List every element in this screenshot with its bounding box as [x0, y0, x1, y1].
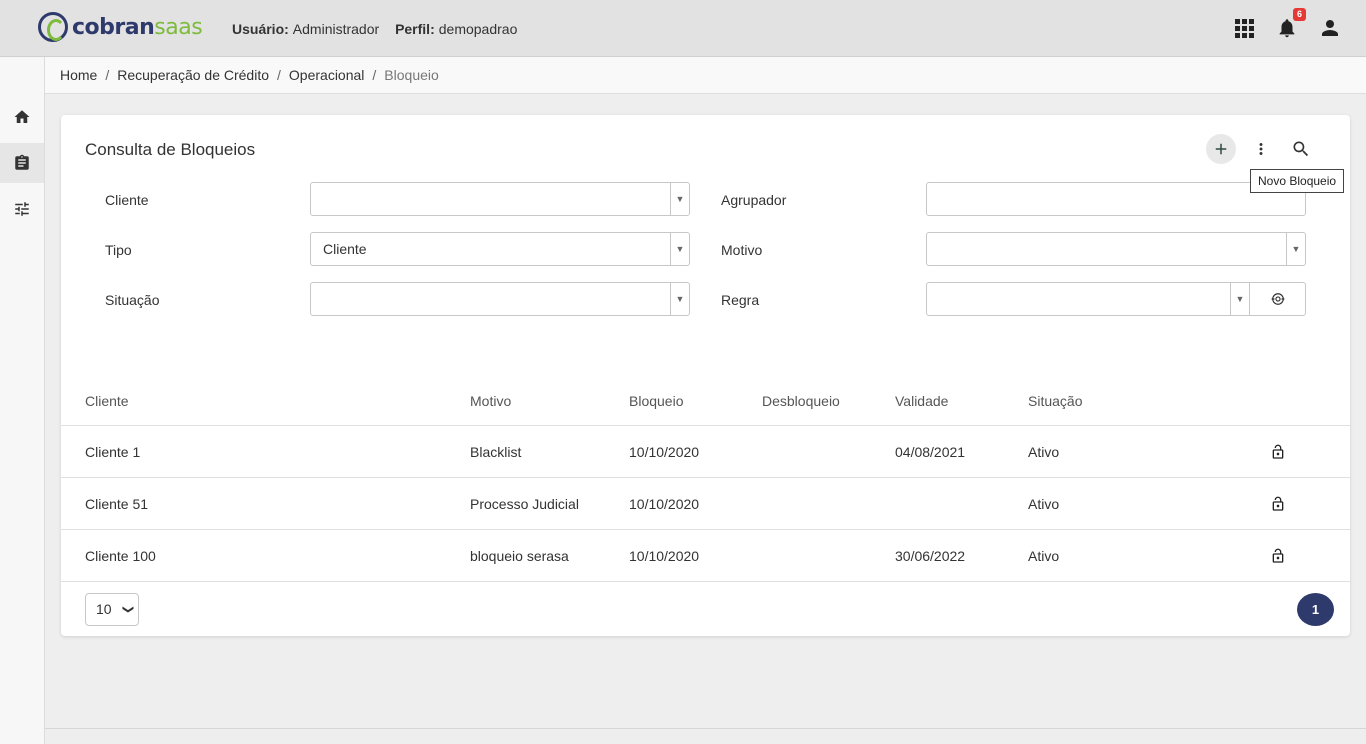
page-title: Consulta de Bloqueios: [85, 140, 256, 159]
column-header-cliente[interactable]: Cliente: [85, 393, 129, 409]
cell-motivo: Processo Judicial: [470, 496, 579, 512]
sidebar-item-home[interactable]: [0, 97, 44, 137]
column-header-bloqueio[interactable]: Bloqueio: [629, 393, 684, 409]
column-header-validade[interactable]: Validade: [895, 393, 948, 409]
breadcrumb-separator: /: [277, 67, 281, 83]
footer: [45, 728, 1366, 744]
add-tooltip: Novo Bloqueio: [1250, 169, 1345, 193]
cell-situacao: Ativo: [1028, 444, 1060, 460]
breadcrumb-recuperacao[interactable]: Recuperação de Crédito: [117, 67, 269, 83]
bloqueios-card: Consulta de Bloqueios Cliente ▼ Agrupado…: [61, 115, 1350, 636]
clipboard-icon: [15, 154, 29, 170]
cell-validade: 30/06/2022: [895, 548, 966, 564]
profile-value: demopadrao: [438, 21, 518, 37]
cliente-select[interactable]: ▼: [310, 182, 690, 216]
target-icon: [1271, 293, 1284, 305]
tipo-value: Cliente: [323, 241, 367, 257]
cell-situacao: Ativo: [1028, 496, 1060, 512]
breadcrumb: Home / Recuperação de Crédito / Operacio…: [45, 57, 1366, 94]
app-logo[interactable]: cobransaas: [38, 12, 203, 42]
tipo-label: Tipo: [105, 242, 132, 258]
cell-bloqueio: 10/10/2020: [629, 496, 700, 512]
motivo-select[interactable]: ▼: [926, 232, 1306, 266]
breadcrumb-separator: /: [372, 67, 377, 83]
cell-bloqueio: 10/10/2020: [629, 548, 700, 564]
caret-down-icon: ▼: [670, 283, 689, 315]
apps-grid-icon[interactable]: [1232, 14, 1256, 42]
notifications-button[interactable]: 6: [1275, 8, 1306, 42]
table-row[interactable]: Cliente 1 Blacklist 10/10/2020 04/08/202…: [61, 426, 1350, 478]
account-button[interactable]: [1318, 14, 1342, 42]
notification-badge: 6: [1293, 8, 1306, 21]
cell-motivo: Blacklist: [470, 444, 522, 460]
motivo-label: Motivo: [721, 242, 763, 258]
column-header-motivo[interactable]: Motivo: [470, 393, 511, 409]
regra-label: Regra: [721, 292, 760, 308]
cliente-label: Cliente: [105, 192, 149, 208]
column-header-situacao[interactable]: Situação: [1028, 393, 1082, 409]
page-button-current[interactable]: 1: [1297, 593, 1334, 626]
unlock-button[interactable]: [1270, 496, 1286, 515]
more-vert-icon: [1259, 143, 1263, 155]
more-options-button[interactable]: [1246, 134, 1276, 164]
top-bar: cobransaas Usuário: Administrador Perfil:…: [0, 0, 1366, 57]
profile-label: Perfil:: [395, 21, 435, 37]
breadcrumb-separator: /: [105, 67, 110, 83]
lock-open-icon: [1272, 496, 1284, 511]
table-row[interactable]: Cliente 51 Processo Judicial 10/10/2020 …: [61, 478, 1350, 530]
logo-text: cobransaas: [72, 14, 203, 40]
page-size-select[interactable]: 10 ❯: [85, 593, 139, 626]
add-bloqueio-button[interactable]: [1206, 134, 1236, 164]
page-size-value: 10: [96, 601, 112, 617]
breadcrumb-home[interactable]: Home: [60, 67, 97, 83]
cell-bloqueio: 10/10/2020: [629, 444, 700, 460]
lock-open-icon: [1272, 548, 1284, 563]
table-header: Cliente Motivo Bloqueio Desbloqueio Vali…: [61, 381, 1350, 426]
tipo-select[interactable]: Cliente ▼: [310, 232, 690, 266]
cell-cliente: Cliente 1: [85, 444, 141, 460]
breadcrumb-operacional[interactable]: Operacional: [289, 67, 365, 83]
breadcrumb-current: Bloqueio: [384, 67, 439, 83]
lock-open-icon: [1272, 444, 1284, 459]
regra-target-button[interactable]: [1249, 283, 1305, 315]
plus-icon: [1215, 143, 1227, 155]
user-value: Administrador: [292, 21, 380, 37]
cell-validade: 04/08/2021: [895, 444, 966, 460]
unlock-button[interactable]: [1270, 548, 1286, 567]
situacao-label: Situação: [105, 292, 160, 308]
agrupador-input[interactable]: [926, 182, 1306, 216]
person-icon: [1322, 20, 1338, 36]
cell-situacao: Ativo: [1028, 548, 1060, 564]
user-label: Usuário:: [232, 21, 289, 37]
logo-mark: [38, 12, 68, 42]
search-button[interactable]: [1286, 134, 1316, 164]
unlock-button[interactable]: [1270, 444, 1286, 463]
table-row[interactable]: Cliente 100 bloqueio serasa 10/10/2020 3…: [61, 530, 1350, 582]
chevron-down-icon: ❯: [121, 604, 134, 615]
regra-select[interactable]: ▼: [926, 282, 1306, 316]
home-icon: [14, 110, 30, 123]
situacao-select[interactable]: ▼: [310, 282, 690, 316]
cell-cliente: Cliente 51: [85, 496, 149, 512]
sliders-icon: [15, 202, 29, 216]
sidebar: [0, 57, 45, 744]
search-icon: [1293, 141, 1309, 157]
column-header-desbloqueio[interactable]: Desbloqueio: [762, 393, 840, 409]
cell-cliente: Cliente 100: [85, 548, 156, 564]
caret-down-icon: ▼: [1286, 233, 1305, 265]
agrupador-label: Agrupador: [721, 192, 787, 208]
caret-down-icon: ▼: [670, 233, 689, 265]
user-info: Usuário: Administrador Perfil: demopadrao: [232, 21, 529, 37]
cell-motivo: bloqueio serasa: [470, 548, 569, 564]
caret-down-icon: ▼: [670, 183, 689, 215]
sidebar-item-operacional[interactable]: [0, 143, 44, 183]
caret-down-icon: ▼: [1230, 283, 1249, 315]
sidebar-item-settings[interactable]: [0, 189, 44, 229]
